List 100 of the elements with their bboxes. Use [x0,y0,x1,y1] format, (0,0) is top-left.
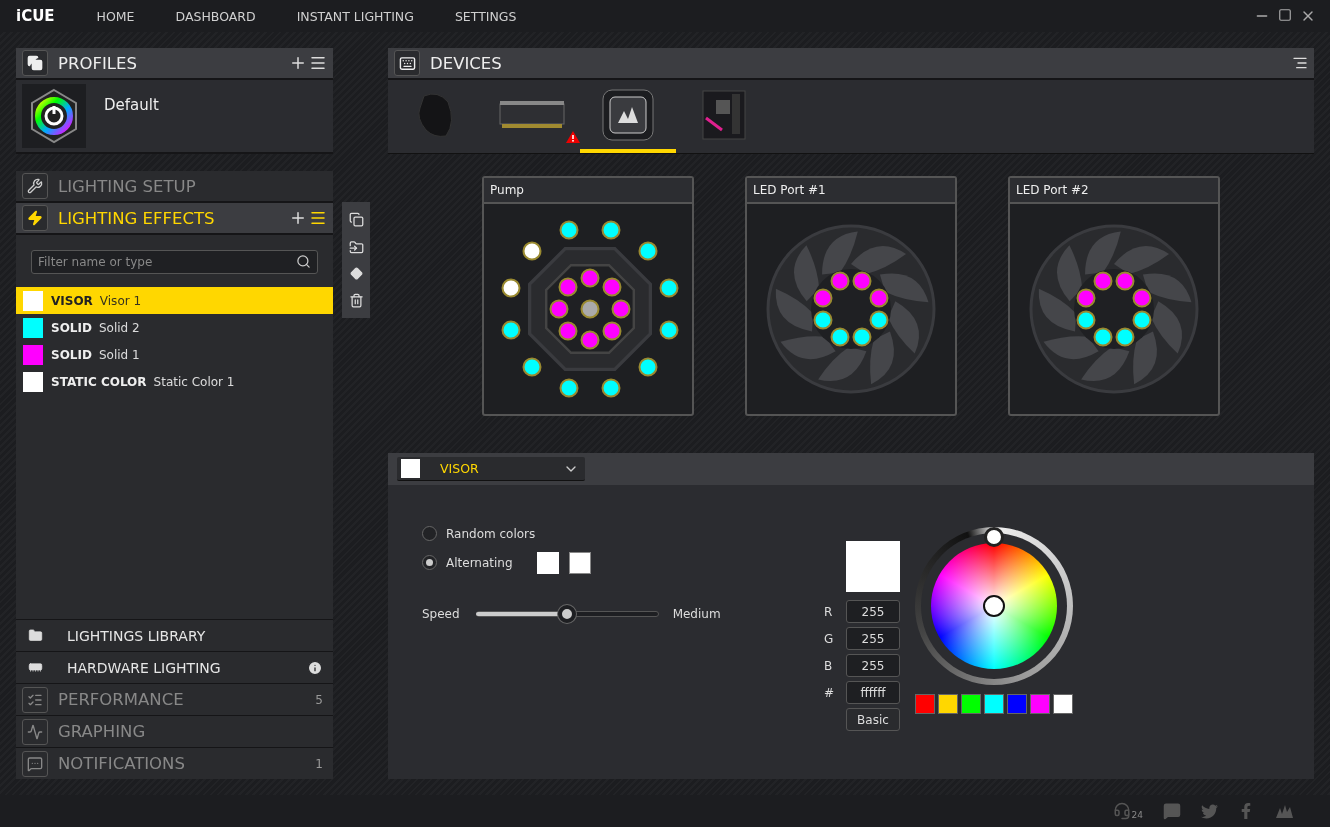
input-field[interactable]: 255 [846,600,900,623]
motherboard-drawing [702,89,746,140]
menu-icon[interactable] [309,54,327,72]
led-dot[interactable] [601,378,621,398]
effect-type: STATIC COLOR [51,374,147,389]
sidebar-item[interactable]: LIGHTINGS LIBRARY [16,619,333,651]
radio-button[interactable] [422,555,437,570]
sidebar-item[interactable]: HARDWARE LIGHTING [16,651,333,683]
led-dot[interactable] [559,378,579,398]
copy-icon[interactable] [348,212,364,228]
layer-icon[interactable] [349,267,363,281]
effect-row[interactable]: VISOR Visor 1 [16,287,333,314]
color-swatch[interactable] [938,694,958,714]
profiles-icon [22,50,48,76]
option-label: Random colors [446,526,536,541]
folder-icon [28,628,43,643]
ring-handle[interactable] [984,527,1004,547]
info-icon[interactable] [307,659,323,676]
sidebar-item[interactable]: NOTIFICATIONS 1 [16,747,333,779]
input-field[interactable]: 255 [846,654,900,677]
led-dot[interactable] [638,357,658,377]
color-swatch[interactable] [915,694,935,714]
nav-link[interactable]: SETTINGS [454,8,517,24]
filter-field[interactable]: Filter name or type [31,250,318,274]
led-dot[interactable] [522,357,542,377]
panel-title: PROFILES [58,53,137,73]
menu-icon[interactable] [1292,55,1308,71]
effect-row[interactable]: STATIC COLOR Static Color 1 [16,368,333,395]
led-dot[interactable] [638,241,658,261]
color-swatch[interactable] [1007,694,1027,714]
delete-icon[interactable] [348,292,364,308]
field-label: R [824,604,834,619]
nav-link[interactable]: DASHBOARD [175,8,256,24]
sidebar-item[interactable]: PERFORMANCE 5 [16,683,333,715]
add-icon[interactable] [289,54,307,72]
chat-icon [22,750,48,777]
monitor-graph-icon [22,718,48,745]
import-icon[interactable] [348,239,364,255]
memory-card-icon [28,660,43,675]
keyboard-icon [394,50,420,76]
profile-logo-icon [22,84,86,148]
lightning-icon [22,205,48,231]
input-field[interactable]: 255 [846,627,900,650]
color-swatch[interactable] [568,551,591,574]
slider-thumb[interactable] [558,605,577,623]
color-wheel[interactable] [931,543,1057,669]
effect-row[interactable]: SOLID Solid 1 [16,341,333,368]
led-dot[interactable] [559,220,579,240]
basic-button[interactable]: Basic [846,708,900,731]
zone-title: Pump [484,178,692,204]
search-icon [296,254,311,269]
color-swatch[interactable] [536,551,559,574]
led-dot[interactable] [659,320,679,340]
led-dot[interactable] [659,278,679,298]
effect-name: Visor 1 [99,293,142,308]
nav-link[interactable]: HOME [96,8,135,24]
nav-link[interactable]: INSTANT LIGHTING [296,8,414,24]
color-swatch[interactable] [1053,694,1073,714]
field-label: G [824,631,835,646]
input-field[interactable]: ffffff [846,681,900,704]
effect-type: SOLID [51,320,92,335]
sidebar-item[interactable]: GRAPHING [16,715,333,747]
effect-type: SOLID [51,347,92,362]
panel-title: DEVICES [430,53,502,73]
led-dot[interactable] [501,278,521,298]
speed-reading: Medium [672,607,721,621]
led-dot[interactable] [501,320,521,340]
effect-name: Solid 2 [98,320,140,335]
radio-button[interactable] [422,526,437,541]
speed-label: Speed [422,607,460,621]
support-button[interactable]: 24 [1112,802,1143,820]
profile-name: Default [104,96,159,114]
field-label: B [824,658,834,673]
app-logo: iCUE [16,7,55,25]
effect-name: Static Color 1 [153,374,235,389]
section-header[interactable]: LIGHTING EFFECTS [16,203,333,235]
color-swatch[interactable] [961,694,981,714]
field-label: # [824,685,836,700]
effect-dropdown[interactable]: VISOR [397,457,585,481]
zone-title: LED Port #2 [1010,178,1218,204]
led-dot[interactable] [601,220,621,240]
effect-name: Solid 1 [98,347,140,362]
speed-slider[interactable] [475,604,659,624]
maximize-icon[interactable] [1278,8,1292,22]
memory-stick-drawing [499,99,565,130]
effect-row[interactable]: SOLID Solid 2 [16,314,333,341]
led-dot[interactable] [522,241,542,261]
color-swatch[interactable] [984,694,1004,714]
option-label: Alternating [446,555,513,570]
zone-title: LED Port #1 [747,178,955,204]
menu-icon[interactable] [309,209,327,227]
wrench-icon [22,173,48,199]
profile-row[interactable]: Default [16,80,333,154]
pump-block-drawing [602,88,654,141]
count-label: 5 [315,692,323,707]
add-icon[interactable] [289,209,307,227]
section-header[interactable]: LIGHTING SETUP [16,171,333,203]
count-label: 1 [315,756,323,771]
color-swatch[interactable] [1030,694,1050,714]
checklist-icon [22,686,48,713]
